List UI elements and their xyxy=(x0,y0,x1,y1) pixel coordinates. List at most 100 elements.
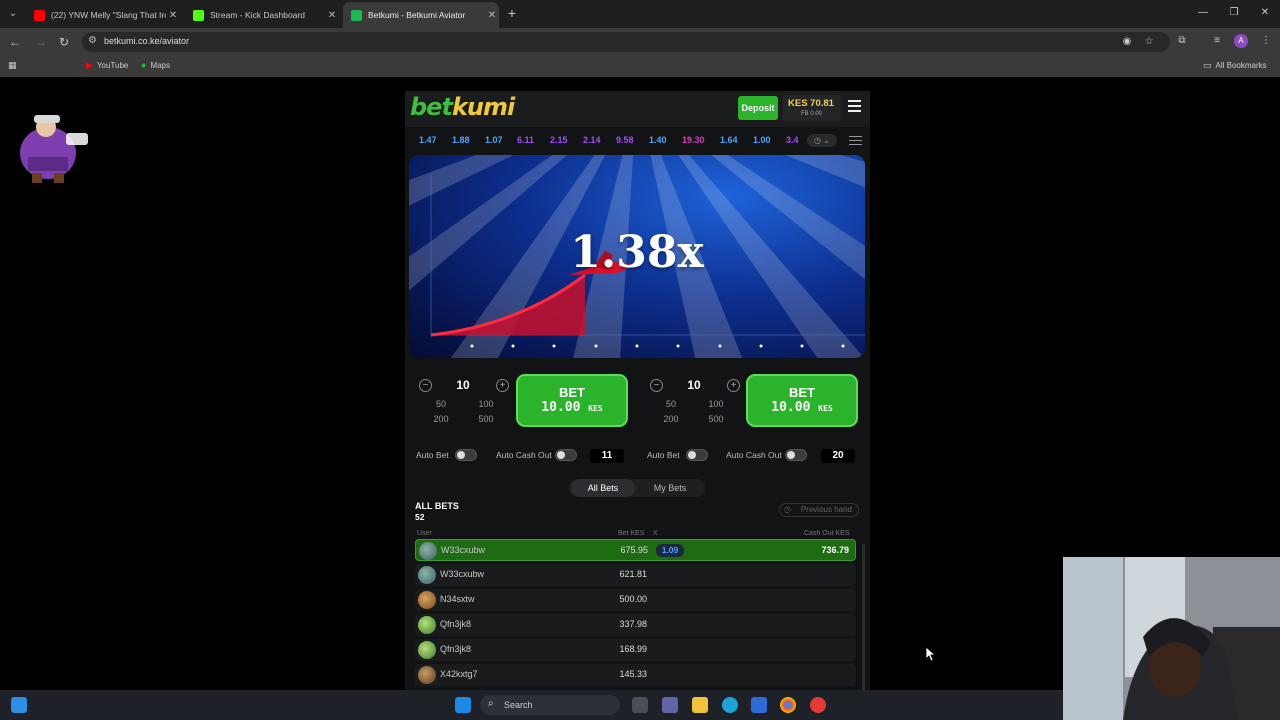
history-multiplier: 1.88 xyxy=(452,135,470,145)
profile-avatar[interactable]: A xyxy=(1234,34,1248,48)
tab-label: Betkumi - Betkumi Aviator xyxy=(368,10,466,20)
restore-icon[interactable]: ❐ xyxy=(1225,5,1243,21)
auto-cashout-input[interactable]: 20 xyxy=(821,449,855,463)
file-explorer-icon[interactable] xyxy=(692,697,708,713)
tab-my-bets[interactable]: My Bets xyxy=(639,479,701,497)
menu-icon[interactable] xyxy=(848,100,862,118)
more-icon[interactable]: ⋮ xyxy=(1259,34,1273,48)
auto-bet-toggle[interactable] xyxy=(686,449,708,461)
all-bets-title: ALL BETS xyxy=(415,501,459,511)
stake-input[interactable]: 10 xyxy=(433,378,493,392)
bet-amount-value: 10.00 xyxy=(541,400,581,415)
bet-button[interactable]: BET 10.00 KES xyxy=(516,374,628,427)
auto-bet-label: Auto Bet xyxy=(647,450,680,460)
history-icon: ◷ xyxy=(784,505,791,514)
site-info-icon[interactable]: ⚙ xyxy=(88,35,97,46)
address-bar: ← → ↻ ⚙ betkumi.co.ke/aviator ◉ ☆ ⧉ ≡ A … xyxy=(0,28,1280,56)
game-canvas: 1.38x xyxy=(409,155,865,358)
decrease-stake-button[interactable]: − xyxy=(419,379,432,392)
tab-all-bets[interactable]: All Bets xyxy=(571,479,635,497)
windows-start-icon[interactable] xyxy=(455,697,471,713)
betkumi-logo[interactable]: betkumi xyxy=(410,93,515,121)
column-cashout: Cash Out KES xyxy=(804,530,850,537)
bets-scrollbar[interactable] xyxy=(862,544,865,694)
increase-stake-button[interactable]: + xyxy=(496,379,509,392)
quick-stake-button[interactable]: 500 xyxy=(696,414,736,424)
url-field[interactable]: ⚙ betkumi.co.ke/aviator ◉ ☆ xyxy=(82,32,1170,52)
tab-youtube[interactable]: (22) YNW Melly "Slang That Iron" ✕ xyxy=(26,2,180,28)
all-bets-count: 52 xyxy=(415,512,425,522)
auto-cashout-label: Auto Cash Out xyxy=(726,450,782,460)
forward-icon[interactable]: → xyxy=(33,34,49,50)
row-user: W33cxubw xyxy=(441,545,486,555)
balance-value: KES 70.81 xyxy=(788,98,834,109)
bookmark-maps[interactable]: ● Maps xyxy=(141,60,170,70)
stake-input[interactable]: 10 xyxy=(664,378,724,392)
table-row: W33cxubw 675.95 1.09 736.79 xyxy=(415,539,856,561)
table-row: W33cxubw 621.81 xyxy=(415,564,856,586)
quick-stake-button[interactable]: 200 xyxy=(651,414,691,424)
tab-label: Stream - Kick Dashboard xyxy=(210,10,305,20)
history-menu-icon[interactable] xyxy=(849,136,863,148)
extensions-icon[interactable]: ⧉ xyxy=(1175,34,1189,48)
avatar xyxy=(418,641,436,659)
close-icon[interactable]: ✕ xyxy=(325,10,339,21)
star-icon[interactable]: ☆ xyxy=(1142,35,1156,49)
deposit-button[interactable]: Deposit xyxy=(738,96,778,120)
edge-icon[interactable] xyxy=(722,697,738,713)
row-bet: 337.98 xyxy=(619,619,647,629)
bet-button[interactable]: BET 10.00 KES xyxy=(746,374,858,427)
store-icon[interactable] xyxy=(751,697,767,713)
taskbar-search[interactable]: ⌕ Search xyxy=(480,695,620,715)
obs-icon[interactable] xyxy=(810,697,826,713)
bet-label: BET xyxy=(789,385,815,400)
tab-kick[interactable]: Stream - Kick Dashboard ✕ xyxy=(185,2,339,28)
row-user: Qfn3jk8 xyxy=(440,619,472,629)
close-icon[interactable]: ✕ xyxy=(485,10,499,21)
table-row: Qfn3jk8 337.98 xyxy=(415,614,856,636)
quick-stake-button[interactable]: 500 xyxy=(466,414,506,424)
tab-search-icon[interactable]: ⌄ xyxy=(4,5,22,23)
widgets-icon[interactable] xyxy=(11,697,27,713)
new-tab-button[interactable]: + xyxy=(504,4,520,22)
column-bet: Bet KES xyxy=(618,530,645,537)
quick-stake-button[interactable]: 50 xyxy=(421,399,461,409)
quick-stake-button[interactable]: 50 xyxy=(651,399,691,409)
previous-hand-button[interactable]: ◷ Previous hand xyxy=(779,503,859,517)
close-window-icon[interactable]: ✕ xyxy=(1256,5,1274,21)
multiplier-history: 1.47 1.88 1.07 6.11 2.15 2.14 9.58 1.40 … xyxy=(405,131,870,151)
auto-cashout-toggle[interactable] xyxy=(785,449,807,461)
quick-stake-button[interactable]: 100 xyxy=(466,399,506,409)
tab-betkumi[interactable]: Betkumi - Betkumi Aviator ✕ xyxy=(343,2,499,28)
media-icon[interactable]: ≡ xyxy=(1210,34,1224,48)
task-view-icon[interactable] xyxy=(632,697,648,713)
row-multiplier: 1.09 xyxy=(656,544,684,557)
quick-stake-button[interactable]: 100 xyxy=(696,399,736,409)
teams-icon[interactable] xyxy=(662,697,678,713)
previous-hand-label: Previous hand xyxy=(800,505,852,514)
history-toggle-button[interactable]: ◷ ⌄ xyxy=(807,134,837,147)
reload-icon[interactable]: ↻ xyxy=(56,34,72,50)
auto-bet-label: Auto Bet xyxy=(416,450,449,460)
quick-stake-button[interactable]: 200 xyxy=(421,414,461,424)
decrease-stake-button[interactable]: − xyxy=(650,379,663,392)
tab-label: (22) YNW Melly "Slang That Iron" xyxy=(51,10,166,20)
increase-stake-button[interactable]: + xyxy=(727,379,740,392)
folder-icon: ▭ xyxy=(1203,60,1212,70)
bookmark-youtube[interactable]: ▶ YouTube xyxy=(86,60,128,71)
apps-grid-icon[interactable]: ▦ xyxy=(8,60,21,71)
all-bookmarks[interactable]: ▭ All Bookmarks xyxy=(1203,60,1267,71)
eye-off-icon[interactable]: ◉ xyxy=(1120,35,1134,49)
auto-cashout-input[interactable]: 11 xyxy=(590,449,624,463)
app-header: betkumi Deposit KES 70.81 FB 0.00 xyxy=(405,91,870,127)
bet-amount-value: 10.00 xyxy=(771,400,811,415)
column-user: User xyxy=(417,530,432,537)
auto-bet-toggle[interactable] xyxy=(455,449,477,461)
close-icon[interactable]: ✕ xyxy=(166,10,180,21)
auto-cashout-toggle[interactable] xyxy=(555,449,577,461)
avatar xyxy=(418,666,436,684)
row-bet: 621.81 xyxy=(619,569,647,579)
back-icon[interactable]: ← xyxy=(7,34,23,50)
minimize-icon[interactable]: — xyxy=(1194,5,1212,21)
chrome-icon[interactable] xyxy=(780,697,796,713)
